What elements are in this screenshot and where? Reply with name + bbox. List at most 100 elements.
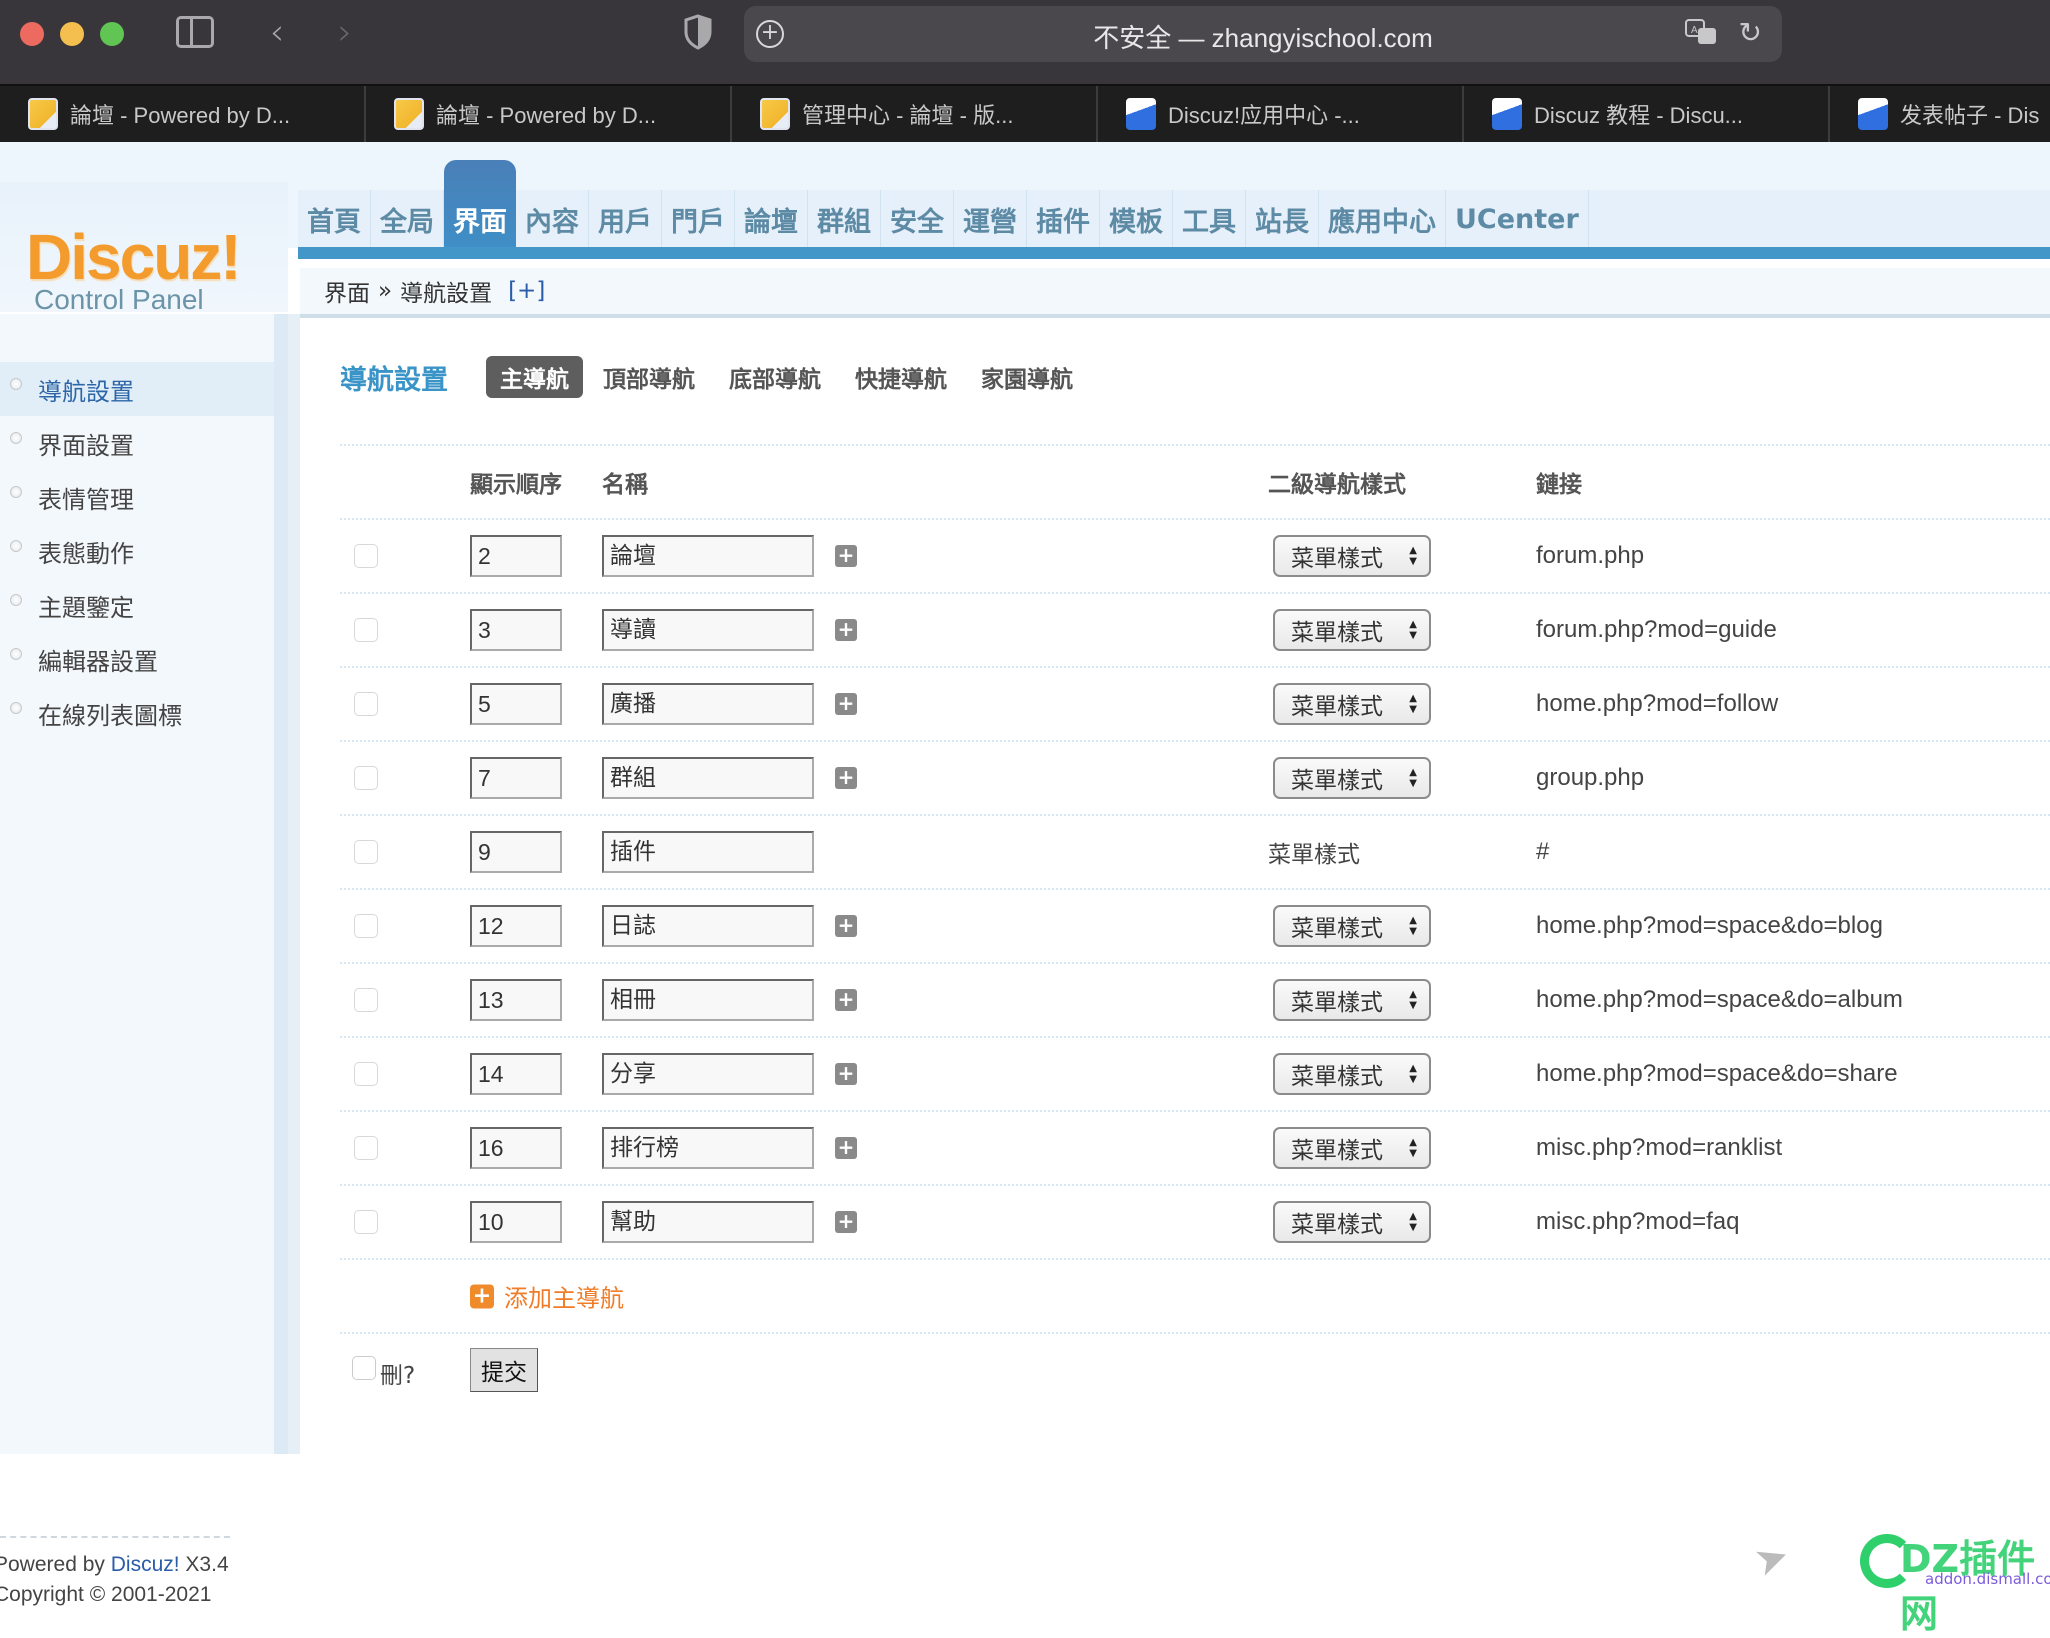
row-delete-checkbox[interactable] bbox=[354, 618, 378, 642]
order-input[interactable]: 10 bbox=[470, 1201, 562, 1243]
subtab[interactable]: 底部導航 bbox=[729, 356, 821, 398]
topnav-item[interactable]: 安全 bbox=[881, 190, 954, 248]
topnav-item[interactable]: 首頁 bbox=[298, 190, 371, 248]
fullscreen-window-button[interactable] bbox=[100, 22, 124, 46]
sidebar-item[interactable]: 導航設置 bbox=[0, 362, 274, 416]
subtab[interactable]: 快捷導航 bbox=[855, 356, 947, 398]
translate-icon[interactable]: A bbox=[1684, 18, 1720, 48]
subnav-style-select[interactable]: 菜單樣式 ▲ ▼ bbox=[1273, 609, 1431, 651]
order-input[interactable]: 2 bbox=[470, 535, 562, 577]
address-bar[interactable]: + 不安全 — zhangyischool.com A ↻ bbox=[744, 6, 1782, 62]
row-delete-checkbox[interactable] bbox=[354, 914, 378, 938]
name-input[interactable]: 廣播 bbox=[602, 683, 814, 725]
add-subnav-icon[interactable]: + bbox=[835, 989, 857, 1011]
logo[interactable]: Discuz! Control Panel bbox=[0, 182, 288, 315]
topnav-item[interactable]: 模板 bbox=[1100, 190, 1173, 248]
row-delete-checkbox[interactable] bbox=[354, 1210, 378, 1234]
subnav-style-select[interactable]: 菜單樣式 ▲ ▼ bbox=[1273, 683, 1431, 725]
name-input[interactable]: 群組 bbox=[602, 757, 814, 799]
reload-icon[interactable]: ↻ bbox=[1739, 16, 1762, 49]
back-arrow-icon[interactable]: ‹ bbox=[262, 10, 292, 54]
row-delete-checkbox[interactable] bbox=[354, 766, 378, 790]
name-input[interactable]: 相冊 bbox=[602, 979, 814, 1021]
row-delete-checkbox[interactable] bbox=[354, 988, 378, 1012]
close-window-button[interactable] bbox=[20, 22, 44, 46]
sidebar-item[interactable]: 界面設置 bbox=[0, 416, 274, 470]
browser-tab[interactable]: Discuz 教程 - Discu... bbox=[1464, 86, 1830, 142]
name-input[interactable]: 分享 bbox=[602, 1053, 814, 1095]
order-input[interactable]: 16 bbox=[470, 1127, 562, 1169]
sidebar-item[interactable]: 表態動作 bbox=[0, 524, 274, 578]
topnav-item[interactable]: 站長 bbox=[1246, 190, 1319, 248]
topnav-item[interactable]: 界面 bbox=[444, 160, 516, 248]
topnav-item[interactable]: UCenter bbox=[1446, 190, 1589, 248]
subnav-style-select[interactable]: 菜單樣式 ▲ ▼ bbox=[1273, 905, 1431, 947]
subnav-style-select[interactable]: 菜單樣式 ▲ ▼ bbox=[1273, 1201, 1431, 1243]
topnav-item[interactable]: 論壇 bbox=[735, 190, 808, 248]
subtab[interactable]: 家園導航 bbox=[981, 356, 1073, 398]
name-input[interactable]: 導讀 bbox=[602, 609, 814, 651]
sidebar-item[interactable]: 主題鑒定 bbox=[0, 578, 274, 632]
subnav-style-select[interactable]: 菜單樣式 ▲ ▼ bbox=[1273, 535, 1431, 577]
order-input[interactable]: 13 bbox=[470, 979, 562, 1021]
sidebar-item[interactable]: 編輯器設置 bbox=[0, 632, 274, 686]
add-subnav-icon[interactable]: + bbox=[835, 767, 857, 789]
row-delete-checkbox[interactable] bbox=[354, 692, 378, 716]
topnav-item[interactable]: 運營 bbox=[954, 190, 1027, 248]
sidebar-toggle-icon[interactable] bbox=[176, 16, 214, 48]
order-input[interactable]: 9 bbox=[470, 831, 562, 873]
topnav-item[interactable]: 用戶 bbox=[589, 190, 662, 248]
order-input[interactable]: 7 bbox=[470, 757, 562, 799]
topnav-item[interactable]: 內容 bbox=[516, 190, 589, 248]
order-input[interactable]: 14 bbox=[470, 1053, 562, 1095]
row-delete-checkbox[interactable] bbox=[354, 1062, 378, 1086]
breadcrumb-section[interactable]: 界面 bbox=[324, 274, 370, 308]
topnav-item[interactable]: 工具 bbox=[1173, 190, 1246, 248]
subtab[interactable]: 主導航 bbox=[486, 356, 583, 398]
topnav-item[interactable]: 門戶 bbox=[662, 190, 735, 248]
name-input[interactable]: 插件 bbox=[602, 831, 814, 873]
row-delete-checkbox[interactable] bbox=[354, 1136, 378, 1160]
subnav-style-select[interactable]: 菜單樣式 ▲ ▼ bbox=[1273, 1053, 1431, 1095]
discuz-link[interactable]: Discuz! bbox=[111, 1553, 180, 1576]
row-delete-checkbox[interactable] bbox=[354, 840, 378, 864]
order-input[interactable]: 12 bbox=[470, 905, 562, 947]
add-subnav-icon[interactable]: + bbox=[835, 619, 857, 641]
subnav-style-select[interactable]: 菜單樣式 ▲ ▼ bbox=[1273, 979, 1431, 1021]
add-subnav-icon[interactable]: + bbox=[835, 1137, 857, 1159]
name-input[interactable]: 論壇 bbox=[602, 535, 814, 577]
topnav-item[interactable]: 群組 bbox=[808, 190, 881, 248]
browser-tab[interactable]: 論壇 - Powered by D... bbox=[366, 86, 732, 142]
delete-all-checkbox[interactable] bbox=[352, 1356, 376, 1380]
name-input[interactable]: 幫助 bbox=[602, 1201, 814, 1243]
name-input[interactable]: 日誌 bbox=[602, 905, 814, 947]
topnav-item[interactable]: 應用中心 bbox=[1319, 190, 1446, 248]
browser-tab[interactable]: 发表帖子 - Dis bbox=[1830, 86, 2050, 142]
forward-arrow-icon[interactable]: › bbox=[330, 10, 360, 54]
url-text[interactable]: 不安全 — zhangyischool.com bbox=[744, 18, 1782, 55]
order-input[interactable]: 3 bbox=[470, 609, 562, 651]
submit-button[interactable]: 提交 bbox=[470, 1348, 538, 1392]
subnav-style-select[interactable]: 菜單樣式 ▲ ▼ bbox=[1273, 1127, 1431, 1169]
minimize-window-button[interactable] bbox=[60, 22, 84, 46]
subtab[interactable]: 頂部導航 bbox=[603, 356, 695, 398]
topnav-item[interactable]: 全局 bbox=[371, 190, 444, 248]
row-delete-checkbox[interactable] bbox=[354, 544, 378, 568]
privacy-shield-icon[interactable] bbox=[684, 14, 712, 50]
add-subnav-icon[interactable]: + bbox=[835, 1063, 857, 1085]
browser-tab[interactable]: 管理中心 - 論壇 - 版... bbox=[732, 86, 1098, 142]
add-subnav-icon[interactable]: + bbox=[835, 545, 857, 567]
add-subnav-icon[interactable]: + bbox=[835, 693, 857, 715]
order-input[interactable]: 5 bbox=[470, 683, 562, 725]
name-input[interactable]: 排行榜 bbox=[602, 1127, 814, 1169]
sidebar-item[interactable]: 表情管理 bbox=[0, 470, 274, 524]
browser-tab[interactable]: Discuz!应用中心 -... bbox=[1098, 86, 1464, 142]
add-subnav-icon[interactable]: + bbox=[835, 1211, 857, 1233]
sidebar-item[interactable]: 在線列表圖標 bbox=[0, 686, 274, 740]
add-main-nav-link[interactable]: + 添加主導航 bbox=[470, 1279, 624, 1314]
subnav-style-select[interactable]: 菜單樣式 ▲ ▼ bbox=[1273, 757, 1431, 799]
breadcrumb-expand-link[interactable]: [+] bbox=[508, 278, 545, 304]
browser-tab[interactable]: 論壇 - Powered by D... bbox=[0, 86, 366, 142]
topnav-item[interactable]: 插件 bbox=[1027, 190, 1100, 248]
add-subnav-icon[interactable]: + bbox=[835, 915, 857, 937]
